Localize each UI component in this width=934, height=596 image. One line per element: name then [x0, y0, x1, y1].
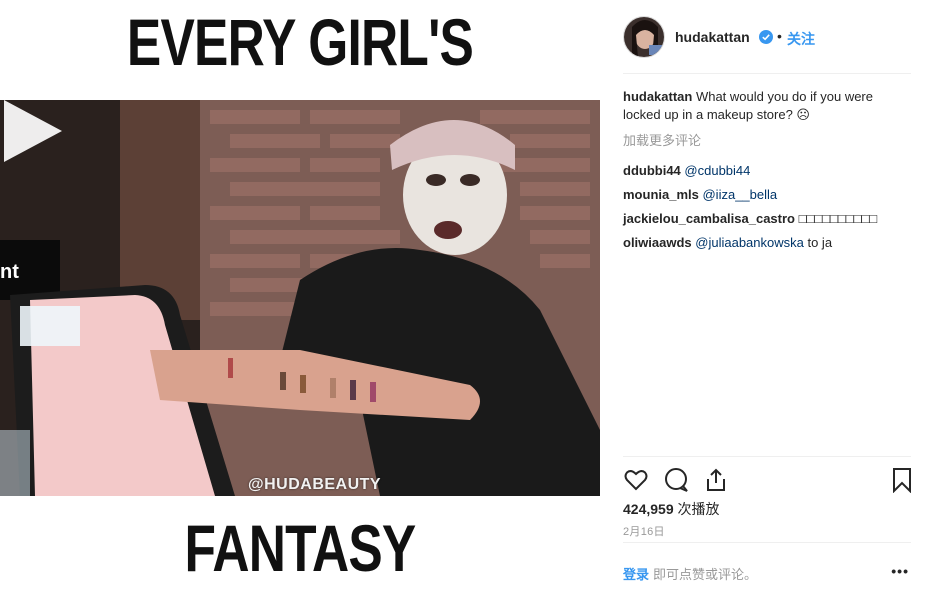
video-player[interactable]: nt — [0, 100, 600, 496]
view-count: 424,959 次播放 — [623, 499, 720, 519]
play-icon[interactable] — [0, 100, 62, 162]
caption-username[interactable]: hudakattan — [623, 89, 692, 104]
login-link[interactable]: 登录 — [623, 564, 649, 583]
share-icon[interactable] — [703, 467, 729, 493]
comment-text: to ja — [803, 235, 833, 250]
load-more-comments[interactable]: 加载更多评论 — [623, 132, 913, 150]
comment-item: oliwiaawds @juliaabankowska to ja — [623, 234, 913, 252]
video-frame: nt — [0, 100, 600, 496]
comment-username[interactable]: oliwiaawds — [623, 235, 692, 250]
like-heart-icon[interactable] — [623, 467, 649, 493]
post-details-panel: hudakattan • 关注 hudakattan What would yo… — [600, 0, 934, 596]
follow-button[interactable]: 关注 — [787, 29, 815, 49]
post-header: hudakattan • 关注 — [623, 14, 911, 74]
verified-badge-icon — [759, 30, 773, 44]
comment-text: □□□□□□□□□□ — [798, 211, 878, 226]
view-count-label: 次播放 — [673, 501, 720, 517]
view-count-number: 424,959 — [623, 501, 674, 517]
caption: hudakattan What would you do if you were… — [623, 88, 913, 124]
post-footer: 登录 即可点赞或评论。 ••• — [623, 542, 911, 596]
headline-bottom: FANTASY — [184, 511, 417, 585]
svg-text:nt: nt — [0, 261, 19, 283]
post-owner-username[interactable]: hudakattan — [675, 29, 750, 45]
more-options-icon[interactable]: ••• — [891, 563, 909, 579]
login-prompt-text: 即可点赞或评论。 — [653, 567, 758, 582]
comment-item: jackielou_cambalisa_castro □□□□□□□□□□ — [623, 210, 913, 228]
comment-username[interactable]: mounia_mls — [623, 187, 699, 202]
comment-mention[interactable]: @cdubbi44 — [684, 163, 750, 178]
header-separator: • — [777, 28, 782, 44]
comment-bubble-icon[interactable] — [663, 467, 689, 493]
bookmark-icon[interactable] — [889, 467, 915, 493]
comment-mention[interactable]: @juliaabankowska — [695, 235, 804, 250]
avatar[interactable] — [623, 16, 665, 58]
comment-username[interactable]: ddubbi44 — [623, 163, 681, 178]
headline-top: EVERY GIRL'S — [126, 5, 474, 79]
comment-username[interactable]: jackielou_cambalisa_castro — [623, 211, 795, 226]
action-bar — [623, 456, 911, 496]
comment-item: ddubbi44 @cdubbi44 — [623, 162, 913, 180]
post-date: 2月16日 — [623, 526, 665, 538]
post-media: EVERY GIRL'S nt @HUDABEAUTY FANTASY — [0, 0, 600, 596]
video-watermark: @HUDABEAUTY — [248, 476, 382, 493]
comment-mention[interactable]: @iiza__bella — [702, 187, 777, 202]
comments-list: hudakattan What would you do if you were… — [623, 88, 913, 258]
comment-item: mounia_mls @iiza__bella — [623, 186, 913, 204]
avatar-image — [624, 17, 664, 57]
